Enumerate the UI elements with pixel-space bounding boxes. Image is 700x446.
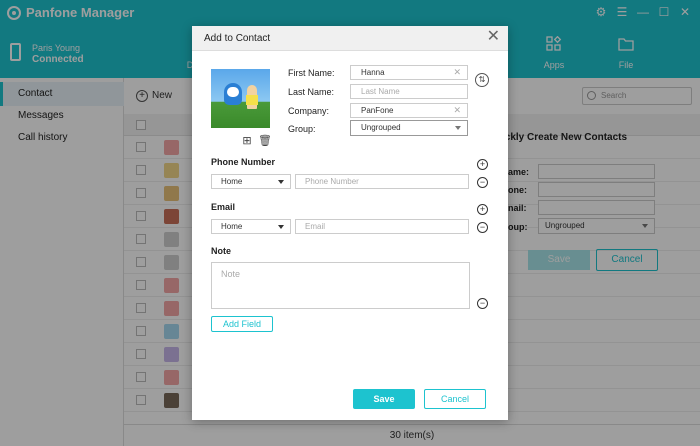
remove-phone-icon[interactable]: −	[477, 177, 488, 188]
swap-name-icon[interactable]: ⇅	[475, 73, 489, 87]
photo-figure	[246, 95, 258, 105]
email-section-label: Email	[211, 202, 236, 212]
close-icon[interactable]: ✕	[487, 29, 500, 45]
clear-icon[interactable]: ✕	[453, 104, 461, 117]
remove-email-icon[interactable]: −	[477, 222, 488, 233]
company-input[interactable]: PanFone ✕	[350, 103, 468, 118]
dialog-title: Add to Contact	[204, 33, 271, 44]
phone-type-value: Home	[221, 177, 243, 186]
contact-photo[interactable]	[211, 69, 270, 128]
trash-icon[interactable]: 🗑	[258, 135, 272, 147]
first-name-value: Hanna	[361, 68, 385, 77]
note-section-label: Note	[211, 246, 231, 256]
company-value: PanFone	[361, 106, 394, 115]
chevron-down-icon	[278, 225, 284, 229]
company-label: Company:	[288, 106, 330, 116]
clear-icon[interactable]: ✕	[453, 66, 461, 79]
phone-section-label: Phone Number	[211, 157, 276, 167]
add-contact-dialog: Add to Contact ✕ ⊞ 🗑 First Name: Hanna ✕…	[192, 26, 508, 420]
add-photo-icon[interactable]: ⊞	[241, 135, 253, 147]
phone-input[interactable]: Phone Number	[295, 174, 469, 189]
photo-figure	[227, 87, 239, 97]
phone-type-select[interactable]: Home	[211, 174, 291, 189]
chevron-down-icon	[455, 126, 461, 130]
last-name-input[interactable]: Last Name	[350, 84, 468, 99]
remove-note-icon[interactable]: −	[477, 298, 488, 309]
add-email-icon[interactable]: +	[477, 204, 488, 215]
email-type-select[interactable]: Home	[211, 219, 291, 234]
group-select[interactable]: Ungrouped	[350, 120, 468, 136]
email-type-value: Home	[221, 222, 243, 231]
group-label: Group:	[288, 124, 316, 134]
dialog-header: Add to Contact ✕	[192, 26, 508, 51]
cancel-button[interactable]: Cancel	[424, 389, 486, 409]
group-value: Ungrouped	[361, 123, 401, 132]
first-name-label: First Name:	[288, 68, 335, 78]
chevron-down-icon	[278, 180, 284, 184]
save-button[interactable]: Save	[353, 389, 415, 409]
add-field-button[interactable]: Add Field	[211, 316, 273, 332]
last-name-label: Last Name:	[288, 87, 335, 97]
first-name-input[interactable]: Hanna ✕	[350, 65, 468, 80]
email-input[interactable]: Email	[295, 219, 469, 234]
add-phone-icon[interactable]: +	[477, 159, 488, 170]
note-textarea[interactable]: Note	[211, 262, 470, 309]
